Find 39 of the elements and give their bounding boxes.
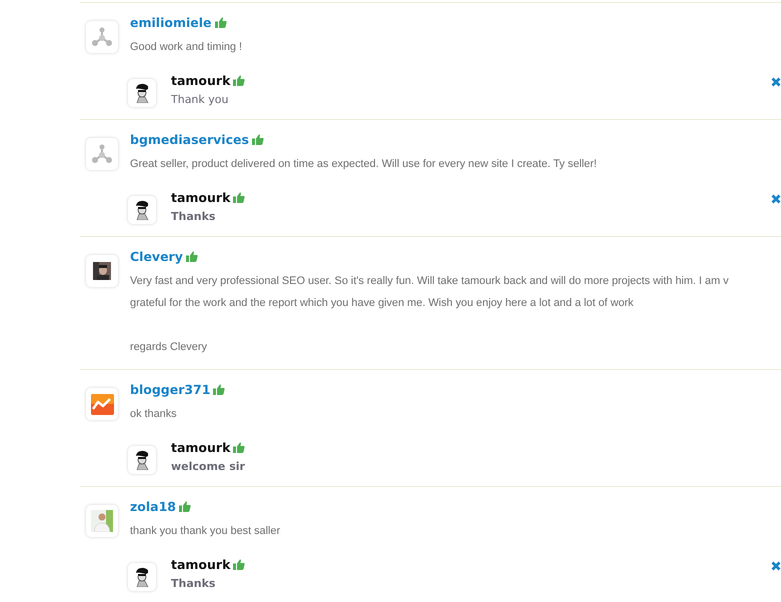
reviewer-name[interactable]: zola18 [130,499,191,514]
thumbs-up-icon [178,501,191,512]
thumbs-up-icon [233,192,246,203]
review-text: thank you thank you best saller [130,524,280,539]
delete-button[interactable] [771,77,781,87]
reply-text: Thanks [171,577,216,590]
sketch-portrait-icon [134,83,150,103]
sketch-portrait-icon [134,200,150,220]
reply-text: Thank you [171,93,228,106]
thumbs-up-icon [213,384,226,395]
reply-text: Thanks [171,210,216,223]
delete-button[interactable] [771,561,781,571]
review-text: Great seller, product delivered on time as expected. Will use for every new site I create. Ty seller! [130,157,597,172]
thumbs-up-icon [214,17,226,28]
chart-icon [90,394,114,414]
network-icon [92,144,112,164]
network-icon [92,27,112,47]
reviewer-name[interactable]: blogger371 [130,382,226,397]
review-text: ok thanks [130,407,177,422]
review-text: Very fast and very professional SEO user. So it's really fun. Will take tamourk back and will do more projects with him. I am v [130,274,729,289]
thumbs-up-icon [233,442,246,453]
seller-name[interactable]: tamourk [171,190,246,205]
review-text: grateful for the work and the report which you have given me. Wish you enjoy here a lot and a lot of work [130,296,634,311]
seller-name[interactable]: tamourk [171,73,246,88]
seller-name[interactable]: tamourk [171,440,246,455]
reviewer-name[interactable]: emiliomiele [130,15,226,30]
delete-button[interactable] [771,194,781,204]
review-text: Good work and timing ! [130,40,242,55]
reviewer-name[interactable]: Clevery [130,249,198,264]
thumbs-up-icon [186,251,198,262]
reply-text: welcome sir [171,460,245,473]
seller-name[interactable]: tamourk [171,557,246,572]
sketch-portrait-icon [134,567,150,587]
thumbs-up-icon [233,559,246,570]
signoff-text: regards Clevery [130,340,207,355]
sketch-portrait-icon [134,450,150,470]
thumbs-up-icon [233,75,246,86]
reviewer-name[interactable]: bgmediaservices [130,132,264,147]
thumbs-up-icon [252,134,264,145]
